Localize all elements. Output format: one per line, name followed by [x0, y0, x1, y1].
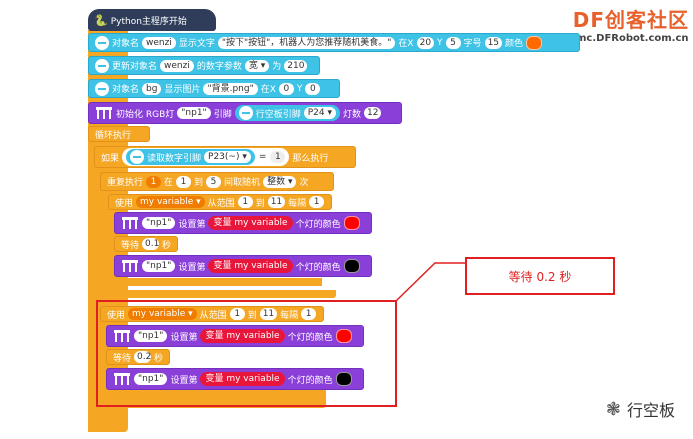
python-icon: 🐍: [94, 13, 108, 27]
dfrobot-watermark: DF创客社区: [573, 4, 689, 33]
variable-dropdown[interactable]: my variable ▾: [136, 196, 205, 208]
led-name-field[interactable]: "np1": [142, 217, 176, 229]
rgb-led-icon: [96, 107, 112, 119]
callout-box: 等待 0.2 秒: [465, 257, 615, 295]
value-field[interactable]: 210: [284, 59, 308, 72]
x-field[interactable]: 0: [278, 82, 294, 95]
python-main-hat-block[interactable]: 🐍 Python主程序开始: [88, 9, 216, 31]
if-block[interactable]: 如果 读取数字引脚 P23(~) ▾ = 1 那么执行: [94, 146, 356, 168]
unihiker-icon: [95, 35, 109, 50]
obj-name-field[interactable]: bg: [142, 82, 162, 95]
wait-block-1[interactable]: 等待 0.1 秒: [114, 236, 178, 252]
wait-seconds[interactable]: 0.1: [142, 238, 159, 250]
callout-connector: [395, 262, 465, 302]
range-end[interactable]: 11: [267, 196, 286, 208]
variable-reporter[interactable]: 变量 my variable: [208, 216, 293, 230]
watermark-url: mc.DFRobot.com.cn: [576, 33, 689, 44]
loop-foot: [88, 420, 128, 432]
show-image-block[interactable]: 对象名 bg 显示图片 "背景.png" 在X 0 Y 0: [88, 79, 340, 98]
update-param-block[interactable]: 更新对象名 wenzi 的数字参数 宽 ▾ 为 210: [88, 56, 320, 75]
unihiker-icon: [95, 58, 109, 73]
unihiker-icon: [95, 81, 109, 96]
repeat-foot: [100, 290, 336, 298]
wechat-icon: ❃: [605, 398, 621, 420]
repeat-count[interactable]: 1: [146, 175, 162, 188]
pin-dropdown[interactable]: P23(~) ▾: [204, 151, 251, 163]
range-step[interactable]: 1: [309, 196, 325, 208]
footer-brand: ❃ 行空板: [606, 397, 675, 421]
hat-label: Python主程序开始: [110, 16, 187, 27]
random-from[interactable]: 1: [176, 175, 192, 188]
led-count-field[interactable]: 12: [364, 107, 382, 119]
random-to[interactable]: 5: [206, 175, 222, 188]
image-file-field[interactable]: "背景.png": [203, 82, 258, 95]
param-dropdown[interactable]: 宽 ▾: [244, 59, 270, 72]
text-field[interactable]: "按下"按钮"，机器人为您推荐随机美食。": [217, 36, 396, 49]
read-pin-reporter[interactable]: 读取数字引脚 P23(~) ▾: [126, 149, 255, 165]
rgb-led-icon: [122, 260, 138, 272]
led-name-field[interactable]: "np1": [177, 107, 211, 119]
y-field[interactable]: 0: [305, 82, 321, 95]
x-field[interactable]: 20: [416, 36, 435, 49]
obj-name-field[interactable]: wenzi: [142, 36, 176, 49]
init-rgb-block[interactable]: 初始化 RGB灯 "np1" 引脚 行空板引脚 P24 ▾ 灯数 12: [88, 102, 402, 124]
y-field[interactable]: 5: [445, 36, 461, 49]
size-field[interactable]: 15: [484, 36, 503, 49]
set-led-color-block-1a[interactable]: "np1" 设置第 变量 my variable 个灯的颜色: [114, 212, 372, 234]
highlight-box: [96, 300, 397, 407]
footer-brand-label: 行空板: [626, 401, 675, 420]
callout-text: 等待 0.2 秒: [508, 269, 572, 284]
show-text-block[interactable]: 对象名 wenzi 显示文字 "按下"按钮"，机器人为您推荐随机美食。" 在X …: [88, 33, 580, 52]
random-kind-dropdown[interactable]: 整数 ▾: [263, 175, 297, 188]
compare-value[interactable]: 1: [270, 151, 286, 163]
for-range-block-1[interactable]: 使用 my variable ▾ 从范围 1 到 11 每隔 1: [108, 194, 332, 210]
color-swatch[interactable]: [343, 216, 360, 230]
unihiker-icon: [238, 106, 253, 120]
led-name-field[interactable]: "np1": [142, 260, 176, 272]
condition-expr[interactable]: 读取数字引脚 P23(~) ▾ = 1: [122, 148, 290, 166]
set-led-color-block-1b[interactable]: "np1" 设置第 变量 my variable 个灯的颜色: [114, 255, 372, 277]
unihiker-icon: [130, 150, 145, 164]
repeat-block[interactable]: 重复执行 1 在 1 到 5 间取随机 整数 ▾ 次: [100, 172, 334, 191]
rgb-led-icon: [122, 217, 138, 229]
variable-reporter[interactable]: 变量 my variable: [208, 259, 293, 273]
for1-foot: [108, 278, 322, 286]
pin-reporter[interactable]: 行空板引脚 P24 ▾: [234, 105, 341, 121]
color-swatch[interactable]: [343, 259, 360, 273]
forever-loop-block[interactable]: 循环执行: [88, 126, 150, 142]
range-start[interactable]: 1: [237, 196, 253, 208]
pin-dropdown[interactable]: P24 ▾: [303, 107, 337, 119]
watermark-site: DF创客社区: [572, 8, 689, 32]
obj-name-field[interactable]: wenzi: [160, 59, 194, 72]
color-swatch[interactable]: [526, 35, 543, 50]
